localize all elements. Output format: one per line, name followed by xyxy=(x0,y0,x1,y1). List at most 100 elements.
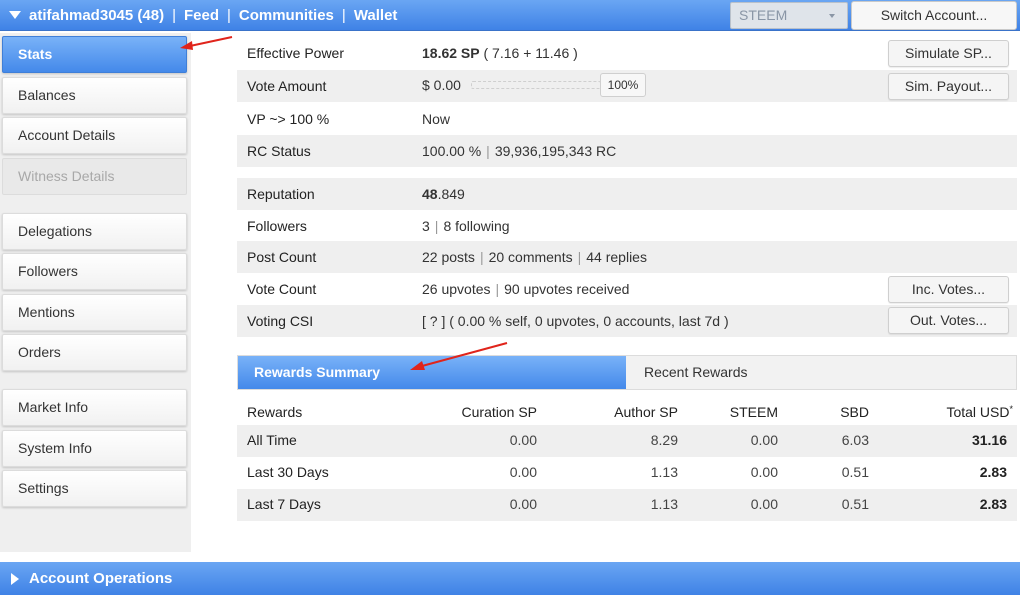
column-header: SBD xyxy=(840,404,869,420)
account-operations-bar[interactable]: Account Operations xyxy=(0,562,1020,595)
column-header-text: Total USD xyxy=(946,404,1010,420)
stats-row-vote-count: Vote Count 26 upvotes | 90 upvotes receive… xyxy=(237,273,1017,305)
reputation-value: 48.849 xyxy=(422,186,465,202)
sidebar-item-witness-details: Witness Details xyxy=(2,158,187,195)
effective-power-detail: ( 7.16 + 11.46 ) xyxy=(483,45,578,61)
sidebar-item-followers[interactable]: Followers xyxy=(2,253,187,290)
sidebar-item-system-info[interactable]: System Info xyxy=(2,430,187,467)
annotation-arrow-icon xyxy=(410,342,508,370)
column-header: Rewards xyxy=(247,404,303,420)
sidebar: Stats Balances Account Details Witness D… xyxy=(0,33,191,552)
out-votes-button[interactable]: Out. Votes... xyxy=(888,307,1009,334)
inc-votes-button[interactable]: Inc. Votes... xyxy=(888,276,1009,303)
nav-separator: | xyxy=(172,7,176,24)
sidebar-item-market-info[interactable]: Market Info xyxy=(2,389,187,426)
vote-amount-value: $ 0.00 xyxy=(422,77,461,93)
table-cell: 0.51 xyxy=(841,496,869,512)
stats-row-vp: VP ~> 100 % Now xyxy=(237,103,1017,135)
top-nav: atifahmad3045 (48) | Feed | Communities | Wall… xyxy=(29,7,397,24)
vote-weight-slider[interactable] xyxy=(471,81,601,89)
value-separator: | xyxy=(577,249,582,265)
table-cell: 0.00 xyxy=(750,496,778,512)
simulate-sp-button[interactable]: Simulate SP... xyxy=(888,40,1009,67)
token-select[interactable]: STEEM xyxy=(730,2,848,29)
table-cell: 0.00 xyxy=(509,496,537,512)
sidebar-item-mentions[interactable]: Mentions xyxy=(2,294,187,331)
rc-percent: 100.00 % xyxy=(422,143,482,159)
sidebar-item-delegations[interactable]: Delegations xyxy=(2,213,187,250)
table-cell: All Time xyxy=(247,432,297,448)
tab-recent-rewards[interactable]: Recent Rewards xyxy=(644,356,748,389)
column-header: Total USD* xyxy=(946,404,1013,420)
row-label: Reputation xyxy=(247,186,315,202)
sim-payout-button[interactable]: Sim. Payout... xyxy=(888,73,1009,100)
stats-row-rc-status: RC Status 100.00 % | 39,936,195,343 RC xyxy=(237,135,1017,167)
comments-count: 20 comments xyxy=(488,249,573,265)
nav-communities-link[interactable]: Communities xyxy=(239,7,334,24)
row-label: Vote Amount xyxy=(247,78,327,94)
stats-row-followers: Followers 3 | 8 following xyxy=(237,210,1017,242)
sidebar-item-stats[interactable]: Stats xyxy=(2,36,187,73)
effective-power-sp: 18.62 SP xyxy=(422,45,480,61)
account-operations-label: Account Operations xyxy=(29,570,173,587)
switch-account-button[interactable]: Switch Account... xyxy=(851,1,1017,30)
table-cell: Last 7 Days xyxy=(247,496,321,512)
value-separator: | xyxy=(479,249,484,265)
row-label: Vote Count xyxy=(247,281,317,297)
vp-value: Now xyxy=(422,111,451,127)
table-cell: Last 30 Days xyxy=(247,464,329,480)
nav-feed-link[interactable]: Feed xyxy=(184,7,219,24)
expand-triangle-icon xyxy=(11,573,19,585)
replies-count: 44 replies xyxy=(586,249,647,265)
row-label: RC Status xyxy=(247,143,311,159)
vote-count-value: 26 upvotes | 90 upvotes received xyxy=(422,281,629,297)
stats-row-post-count: Post Count 22 posts | 20 comments | 44 repli… xyxy=(237,241,1017,273)
table-cell: 0.00 xyxy=(509,464,537,480)
effective-power-value: 18.62 SP ( 7.16 + 11.46 ) xyxy=(422,45,578,61)
token-select-value: STEEM xyxy=(739,7,788,23)
stats-row-voting-csi: Voting CSI [ ? ] ( 0.00 % self, 0 upvote… xyxy=(237,305,1017,337)
row-label: VP ~> 100 % xyxy=(247,111,330,127)
table-cell: 0.00 xyxy=(750,464,778,480)
upvotes-received-count: 90 upvotes received xyxy=(504,281,630,297)
account-name-link[interactable]: atifahmad3045 (48) xyxy=(29,7,164,24)
sidebar-item-account-details[interactable]: Account Details xyxy=(2,117,187,154)
stats-row-effective-power: Effective Power 18.62 SP ( 7.16 + 11.46 … xyxy=(237,37,1017,69)
table-row: Last 30 Days 0.00 1.13 0.00 0.51 2.83 xyxy=(237,457,1017,489)
value-separator: | xyxy=(486,143,490,159)
sidebar-item-settings[interactable]: Settings xyxy=(2,470,187,507)
table-cell: 0.00 xyxy=(750,432,778,448)
reputation-int: 48 xyxy=(422,186,438,202)
column-header: Author SP xyxy=(614,404,678,420)
followers-value: 3 | 8 following xyxy=(422,218,510,234)
column-header: STEEM xyxy=(729,404,778,420)
table-cell: 2.83 xyxy=(979,496,1007,512)
nav-separator: | xyxy=(226,7,231,24)
table-row: Last 7 Days 0.00 1.13 0.00 0.51 2.83 xyxy=(237,489,1017,521)
stats-row-reputation: Reputation 48.849 xyxy=(237,178,1017,210)
table-cell: 0.00 xyxy=(509,432,537,448)
post-count-value: 22 posts | 20 comments | 44 replies xyxy=(422,249,647,265)
nav-wallet-link[interactable]: Wallet xyxy=(354,7,398,24)
posts-count: 22 posts xyxy=(422,249,475,265)
collapse-triangle-icon[interactable] xyxy=(9,11,21,19)
chevron-down-icon xyxy=(829,14,835,18)
table-cell: 2.83 xyxy=(979,464,1007,480)
table-cell: 8.29 xyxy=(650,432,678,448)
rc-status-value: 100.00 % | 39,936,195,343 RC xyxy=(422,143,616,159)
sidebar-item-orders[interactable]: Orders xyxy=(2,334,187,371)
rc-amount: 39,936,195,343 RC xyxy=(494,143,617,159)
sidebar-item-balances[interactable]: Balances xyxy=(2,77,187,114)
row-label: Effective Power xyxy=(247,45,345,61)
table-row: All Time 0.00 8.29 0.00 6.03 31.16 xyxy=(237,425,1017,457)
following-count: 8 following xyxy=(443,218,510,234)
table-cell: 6.03 xyxy=(841,432,869,448)
rewards-tabs: Rewards Summary Recent Rewards xyxy=(237,355,1017,390)
annotation-arrow-icon xyxy=(180,36,233,50)
stats-row-vote-amount: Vote Amount $ 0.00 100% Sim. Payout... xyxy=(237,70,1017,102)
vote-weight-percent[interactable]: 100% xyxy=(600,73,646,97)
followers-count: 3 xyxy=(422,218,430,234)
top-bar: atifahmad3045 (48) | Feed | Communities | Wall… xyxy=(0,0,1020,31)
upvotes-count: 26 upvotes xyxy=(422,281,491,297)
voting-csi-value: [ ? ] ( 0.00 % self, 0 upvotes, 0 accoun… xyxy=(422,313,729,329)
